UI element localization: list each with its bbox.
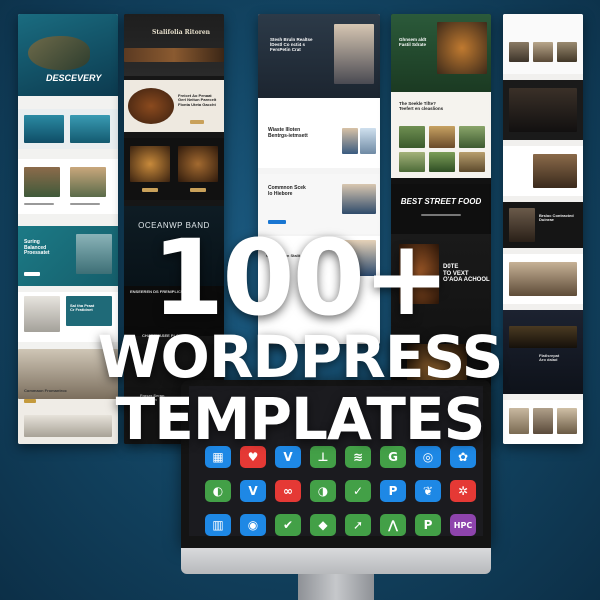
gear-icon[interactable]: ✲: [450, 480, 476, 502]
section-title: The Seekle Tifte? Teefert en cleaslions: [399, 101, 444, 111]
dish-section: Freicet Ao Penaat Gerl Neitun Parecelt F…: [124, 80, 224, 132]
hero-section: [503, 14, 583, 74]
hero-section: DESCEVERY: [18, 14, 118, 96]
headline: 100+ WORDPRESS TEMPLATES: [0, 226, 600, 450]
arrow-icon[interactable]: ➚: [345, 514, 371, 536]
hpc-icon[interactable]: HPC: [450, 514, 476, 536]
chart-icon[interactable]: ▥: [205, 514, 231, 536]
hero-section: Ghnsem aldt Fastil Sdrate: [391, 14, 491, 92]
rooms-section: [18, 159, 118, 214]
heart-2-icon[interactable]: ❦: [415, 480, 441, 502]
leaf-icon[interactable]: ◐: [205, 480, 231, 502]
hero-title: Stalifolia Ritoren: [152, 29, 211, 36]
card-title: Brsloc Contracted Duinrae: [539, 213, 574, 223]
swirl-icon[interactable]: ◉: [240, 514, 266, 536]
hero-title: DESCEVERY: [46, 73, 102, 83]
about-section: Wiaste lIloten Bentrgs-ietmsett: [258, 98, 380, 168]
check-icon[interactable]: ✔: [275, 514, 301, 536]
headline-count: 100+: [151, 217, 450, 339]
hero-section: Stalifolia Ritoren: [124, 14, 224, 76]
vw-icon[interactable]: V: [240, 480, 266, 502]
food-title: BEST STREET FOOD: [400, 197, 482, 206]
turtle-image: [28, 36, 90, 70]
hero-title: Stesh Bruln Realtse lDestl Co ncti4 s Fe…: [270, 37, 313, 52]
hero-title: Ghnsem aldt Fastil Sdrate: [399, 37, 427, 47]
monitor-stand: [298, 574, 374, 600]
leaf-2-icon[interactable]: ◑: [310, 480, 336, 502]
rooms-section: [503, 146, 583, 196]
p-square-icon[interactable]: P: [415, 514, 441, 536]
dark-section: [503, 80, 583, 140]
headline-platform: WORDPRESS: [97, 323, 504, 391]
check-leaf-icon[interactable]: ✓: [345, 480, 371, 502]
menu-grid: [124, 138, 224, 200]
shield-icon[interactable]: ◆: [310, 514, 336, 536]
menu-text: Freicet Ao Penaat Gerl Neitun Parecelt F…: [178, 93, 217, 107]
monitor-chin: [181, 548, 491, 574]
rings-icon[interactable]: ∞: [275, 480, 301, 502]
promo-canvas: DESCEVERY Suring Balanced Proessatet Sal…: [0, 0, 600, 600]
section-title: Wiaste lIloten Bentrgs-ietmsett: [268, 127, 308, 139]
headline-product: TEMPLATES: [115, 385, 486, 453]
feature-title: Commnon Scek lo Hiebore: [268, 185, 306, 197]
gallery-strip: [18, 109, 118, 149]
p-icon[interactable]: P: [380, 480, 406, 502]
garden-section: The Seekle Tifte? Teefert en cleaslions: [391, 92, 491, 178]
hero-section: Stesh Bruln Realtse lDestl Co ncti4 s Fe…: [258, 14, 380, 98]
mountain-icon[interactable]: ⋀: [380, 514, 406, 536]
